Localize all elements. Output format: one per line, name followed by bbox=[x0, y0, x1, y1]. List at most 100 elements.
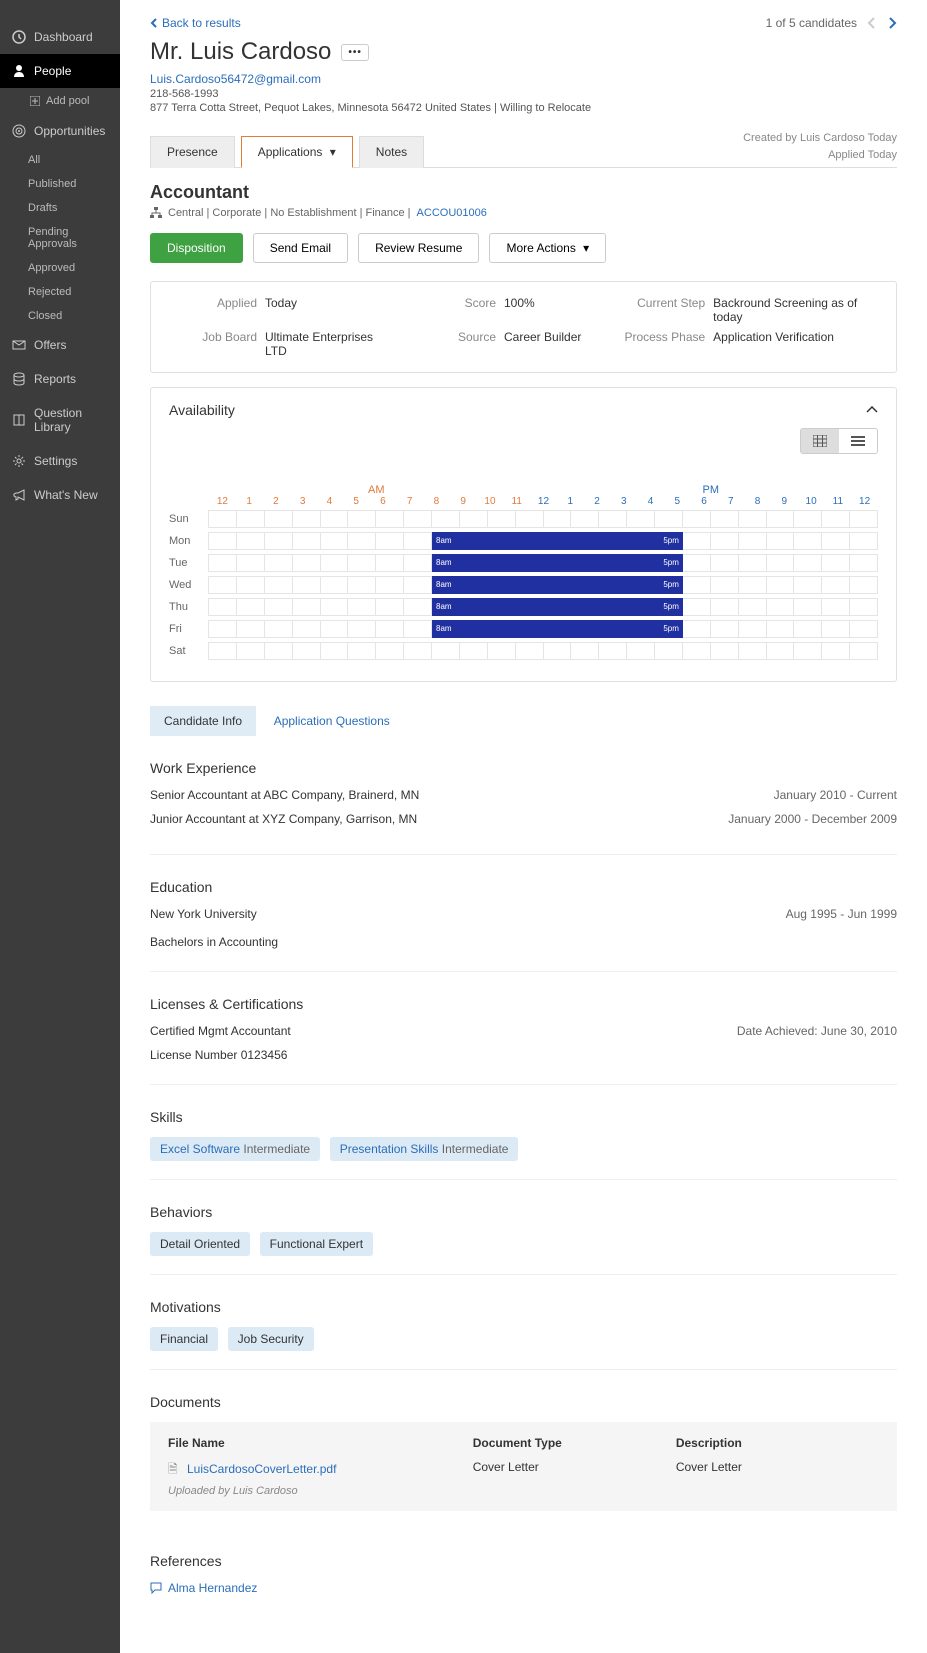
sidebar-dashboard[interactable]: Dashboard bbox=[0, 20, 120, 54]
sidebar-label: Offers bbox=[34, 338, 66, 352]
document-link[interactable]: LuisCardosoCoverLetter.pdf bbox=[187, 1462, 336, 1476]
behavior-tag: Detail Oriented bbox=[150, 1232, 250, 1256]
subtab-candidate-info[interactable]: Candidate Info bbox=[150, 706, 256, 736]
main-content: Back to results 1 of 5 candidates Mr. Lu… bbox=[120, 0, 927, 1653]
sidebar-label: What's New bbox=[34, 488, 98, 502]
skills-section: Skills Excel Software Intermediate Prese… bbox=[150, 1109, 897, 1180]
sidebar-opp-approved[interactable]: Approved bbox=[0, 256, 120, 280]
sidebar-reports[interactable]: Reports bbox=[0, 362, 120, 396]
job-code-link[interactable]: ACCOU01006 bbox=[417, 207, 487, 219]
collapse-icon[interactable] bbox=[866, 406, 878, 414]
sidebar-opp-closed[interactable]: Closed bbox=[0, 304, 120, 328]
send-email-button[interactable]: Send Email bbox=[253, 233, 348, 263]
sidebar-opp-pending[interactable]: Pending Approvals bbox=[0, 220, 120, 256]
back-to-results[interactable]: Back to results bbox=[150, 16, 241, 30]
sidebar-add-pool[interactable]: Add pool bbox=[0, 88, 120, 114]
reference-link[interactable]: Alma Hernandez bbox=[150, 1581, 897, 1595]
tab-presence[interactable]: Presence bbox=[150, 136, 235, 168]
availability-title: Availability bbox=[169, 402, 235, 418]
availability-panel: Availability AMPM12123456789101112123456… bbox=[150, 387, 897, 682]
col-header: File Name bbox=[168, 1436, 473, 1450]
gear-icon bbox=[12, 454, 26, 468]
document-type: Cover Letter bbox=[473, 1460, 676, 1497]
candidate-name: Mr. Luis Cardoso bbox=[150, 38, 331, 66]
sidebar-offers[interactable]: Offers bbox=[0, 328, 120, 362]
sidebar-label: People bbox=[34, 64, 71, 78]
sidebar-people[interactable]: People bbox=[0, 54, 120, 88]
candidate-email[interactable]: Luis.Cardoso56472@gmail.com bbox=[150, 72, 897, 86]
list-view-button[interactable] bbox=[839, 429, 877, 453]
license-name: Certified Mgmt Accountant bbox=[150, 1024, 291, 1038]
work-experience-section: Work Experience Senior Accountant at ABC… bbox=[150, 760, 897, 855]
review-resume-button[interactable]: Review Resume bbox=[358, 233, 479, 263]
pager-prev[interactable] bbox=[867, 17, 877, 29]
section-title: Skills bbox=[150, 1109, 897, 1125]
behavior-tag: Functional Expert bbox=[260, 1232, 373, 1256]
skill-tag: Presentation Skills Intermediate bbox=[330, 1137, 519, 1161]
section-title: References bbox=[150, 1553, 897, 1569]
database-icon bbox=[12, 372, 26, 386]
schedule-grid: AMPM12123456789101112123456789101112SunM… bbox=[169, 484, 878, 661]
sidebar-settings[interactable]: Settings bbox=[0, 444, 120, 478]
tab-label: Applications bbox=[258, 145, 323, 159]
skill-tag: Excel Software Intermediate bbox=[150, 1137, 320, 1161]
pager-next[interactable] bbox=[887, 17, 897, 29]
sidebar-whatsnew[interactable]: What's New bbox=[0, 478, 120, 512]
sidebar-opp-published[interactable]: Published bbox=[0, 172, 120, 196]
label: Source bbox=[414, 330, 504, 358]
plus-icon bbox=[28, 94, 42, 108]
label: Current Step bbox=[613, 296, 713, 324]
tab-applications[interactable]: Applications ▾ bbox=[241, 136, 353, 168]
sidebar-label: Dashboard bbox=[34, 30, 93, 44]
sitemap-icon bbox=[150, 207, 162, 219]
sidebar-opportunities[interactable]: Opportunities bbox=[0, 114, 120, 148]
sidebar-question-library[interactable]: Question Library bbox=[0, 396, 120, 444]
sidebar-label: Reports bbox=[34, 372, 76, 386]
work-when: January 2000 - December 2009 bbox=[728, 812, 897, 826]
candidate-phone: 218-568-1993 bbox=[150, 88, 897, 100]
job-path: Central | Corporate | No Establishment |… bbox=[168, 207, 411, 219]
sidebar-label: Settings bbox=[34, 454, 77, 468]
sidebar-opp-all[interactable]: All bbox=[0, 148, 120, 172]
section-title: Education bbox=[150, 879, 897, 895]
caret-down-icon: ▾ bbox=[330, 145, 336, 159]
envelope-icon bbox=[12, 338, 26, 352]
education-section: Education New York UniversityAug 1995 - … bbox=[150, 879, 897, 972]
more-actions-button[interactable]: More Actions ▾ bbox=[489, 233, 606, 263]
clock-icon bbox=[12, 30, 26, 44]
motivation-tag: Financial bbox=[150, 1327, 218, 1351]
disposition-button[interactable]: Disposition bbox=[150, 233, 243, 263]
back-label: Back to results bbox=[162, 16, 241, 30]
label: Score bbox=[414, 296, 504, 324]
subtab-application-questions[interactable]: Application Questions bbox=[260, 706, 404, 736]
sidebar-opp-drafts[interactable]: Drafts bbox=[0, 196, 120, 220]
license-date: Date Achieved: June 30, 2010 bbox=[737, 1024, 897, 1038]
motivations-section: Motivations Financial Job Security bbox=[150, 1299, 897, 1370]
sidebar-label: Opportunities bbox=[34, 124, 105, 138]
value: Application Verification bbox=[713, 330, 834, 358]
caret-down-icon: ▾ bbox=[583, 241, 589, 255]
section-title: Licenses & Certifications bbox=[150, 996, 897, 1012]
sidebar-opp-rejected[interactable]: Rejected bbox=[0, 280, 120, 304]
sidebar-label: Add pool bbox=[46, 95, 89, 107]
grid-view-button[interactable] bbox=[801, 429, 839, 453]
book-icon bbox=[12, 413, 26, 427]
value: 100% bbox=[504, 296, 535, 324]
more-menu-button[interactable]: ••• bbox=[341, 44, 369, 61]
value: Career Builder bbox=[504, 330, 581, 358]
section-title: Work Experience bbox=[150, 760, 897, 776]
label: Process Phase bbox=[613, 330, 713, 358]
section-title: Motivations bbox=[150, 1299, 897, 1315]
target-icon bbox=[12, 124, 26, 138]
bullhorn-icon bbox=[12, 488, 26, 502]
view-toggle bbox=[800, 428, 878, 454]
document-desc: Cover Letter bbox=[676, 1460, 879, 1497]
label: Applied bbox=[175, 296, 265, 324]
uploaded-by: Uploaded by Luis Cardoso bbox=[168, 1485, 473, 1497]
tab-notes[interactable]: Notes bbox=[359, 136, 424, 168]
section-title: Documents bbox=[150, 1394, 897, 1410]
work-role: Junior Accountant at XYZ Company, Garris… bbox=[150, 812, 417, 826]
value: Today bbox=[265, 296, 297, 324]
button-label: More Actions bbox=[506, 241, 575, 255]
education-school: New York University bbox=[150, 907, 257, 921]
